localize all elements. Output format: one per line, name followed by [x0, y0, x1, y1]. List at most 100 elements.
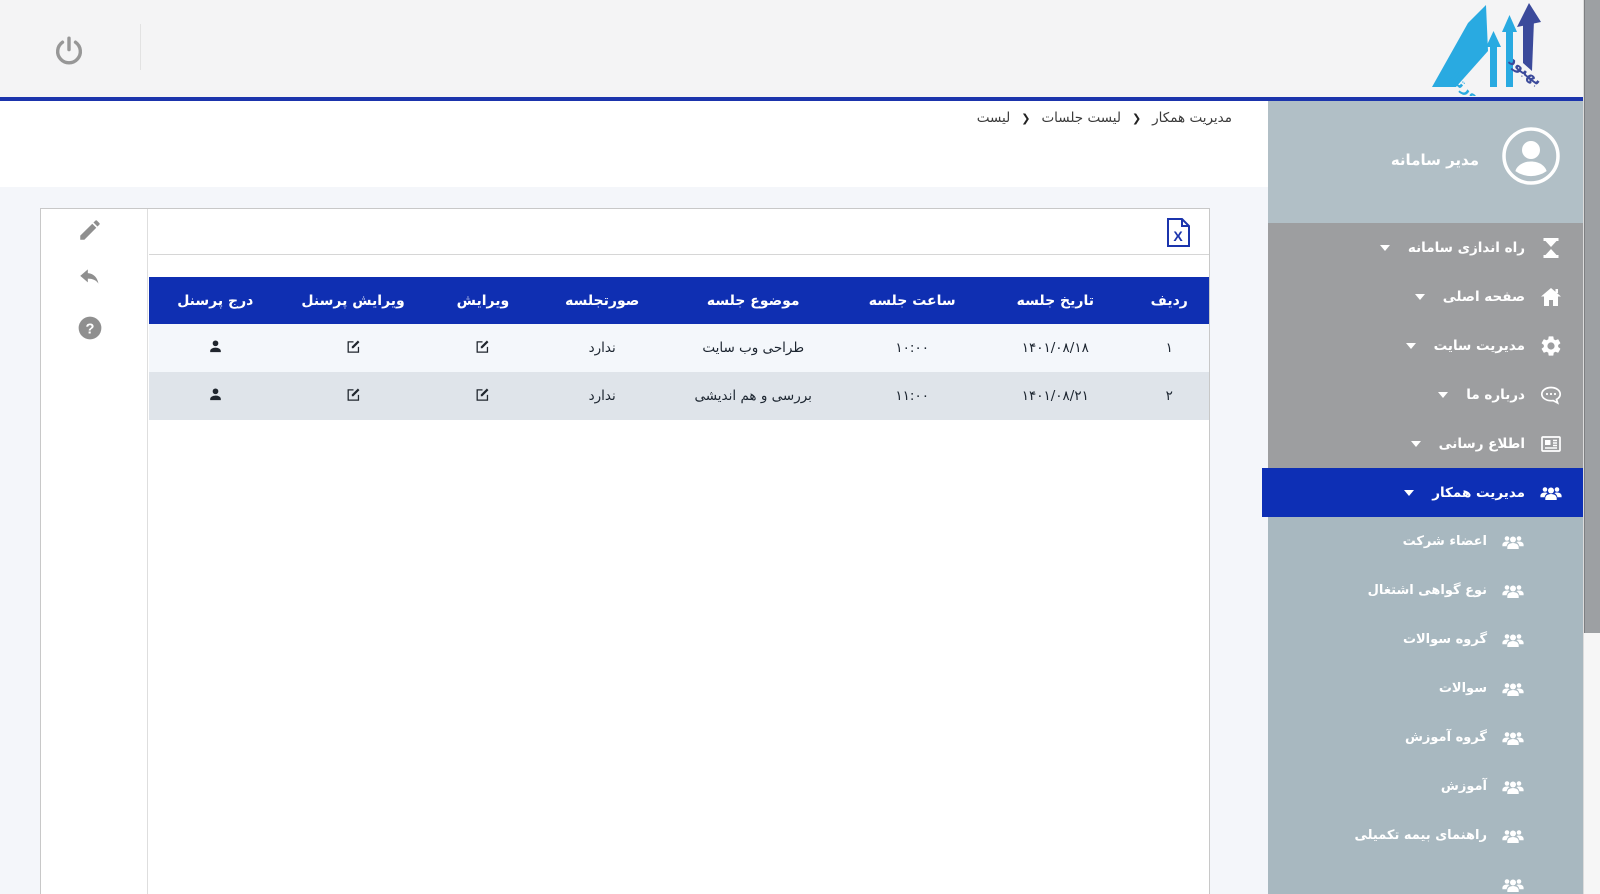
header-edit-personnel: ویرایش پرسنل [282, 277, 425, 324]
sidebar-subitem-training-groups[interactable]: گروه آموزش [1268, 713, 1583, 762]
hourglass-icon [1537, 234, 1565, 262]
cell-edit-personnel [282, 324, 425, 372]
cell-edit [425, 324, 542, 372]
person-icon [207, 338, 224, 355]
header-insert-personnel: درج پرسنل [149, 277, 282, 324]
sidebar-item-label: مدیریت سایت [1434, 338, 1525, 354]
sidebar-subitem-question-groups[interactable]: گروه سوالات [1268, 615, 1583, 664]
header-edit: ویرایش [425, 277, 542, 324]
edit-icon [345, 338, 362, 355]
chevron-down-icon [1404, 490, 1414, 496]
edit-icon [474, 386, 491, 403]
cell-edit-personnel [282, 372, 425, 420]
edit-meeting-button[interactable] [474, 386, 491, 403]
power-icon [52, 34, 86, 68]
pencil-icon [77, 217, 103, 243]
cell-row-number: ۱ [1130, 324, 1210, 372]
cell-row-number: ۲ [1130, 372, 1210, 420]
insert-personnel-button[interactable] [207, 338, 224, 355]
cell-minutes: ندارد [541, 372, 663, 420]
sidebar-subitem-employment-certificate-type[interactable]: نوع گواهی اشتغال [1268, 566, 1583, 615]
sidebar-item-about-us[interactable]: درباره ما [1268, 370, 1583, 419]
edit-icon [474, 338, 491, 355]
cell-meeting-date: ۱۴۰۱/۰۸/۲۱ [981, 372, 1129, 420]
insert-personnel-button[interactable] [207, 386, 224, 403]
chevron-down-icon [1406, 343, 1416, 349]
sidebar-subitem-company-members[interactable]: اعضاء شرکت [1268, 517, 1583, 566]
avatar-icon [1501, 126, 1561, 186]
active-item-extension [1262, 468, 1268, 517]
help-button[interactable]: ? [77, 314, 105, 342]
question-mark-icon: ? [77, 315, 103, 341]
sidebar-item-label: درباره ما [1466, 387, 1525, 403]
sidebar: مدیر سامانه راه اندازی سامانه صفحه اصلی [1268, 101, 1583, 894]
breadcrumb-separator-icon: ❮ [1021, 112, 1030, 125]
header-minutes: صورتجلسه [541, 277, 663, 324]
breadcrumb-item-3[interactable]: لیست [977, 110, 1011, 126]
users-icon [1537, 479, 1565, 507]
users-icon [1499, 577, 1527, 605]
sidebar-item-home[interactable]: صفحه اصلی [1268, 272, 1583, 321]
brand-logo: بهبود پورتال [1410, 1, 1545, 96]
sidebar-subitem-training[interactable]: آموزش [1268, 762, 1583, 811]
sidebar-item-colleague-management[interactable]: مدیریت همکار [1268, 468, 1583, 517]
svg-text:?: ? [86, 321, 95, 337]
top-bar: بهبود پورتال [0, 0, 1600, 97]
logout-power-button[interactable] [52, 33, 88, 69]
cell-edit [425, 372, 542, 420]
edit-meeting-button[interactable] [474, 338, 491, 355]
sidebar-subitem-label: گروه آموزش [1405, 730, 1487, 745]
chevron-down-icon [1380, 245, 1390, 251]
gear-icon [1537, 332, 1565, 360]
newspaper-icon [1537, 430, 1565, 458]
sidebar-subitem-label: آموزش [1441, 779, 1487, 794]
content-card: ? X [40, 208, 1210, 894]
users-icon [1499, 626, 1527, 654]
user-panel: مدیر سامانه [1268, 101, 1583, 223]
users-icon [1499, 724, 1527, 752]
sidebar-subitem-supplementary-insurance-guide[interactable]: راهنمای بیمه تکمیلی [1268, 811, 1583, 860]
users-icon [1499, 528, 1527, 556]
sidebar-item-label: صفحه اصلی [1443, 289, 1525, 305]
cell-meeting-time: ۱۱:۰۰ [843, 372, 981, 420]
users-icon [1499, 822, 1527, 850]
edit-personnel-button[interactable] [345, 338, 362, 355]
sidebar-subitem-8[interactable] [1268, 860, 1583, 894]
sidebar-item-system-setup[interactable]: راه اندازی سامانه [1268, 223, 1583, 272]
header-meeting-date: تاریخ جلسه [981, 277, 1129, 324]
cell-meeting-date: ۱۴۰۱/۰۸/۱۸ [981, 324, 1129, 372]
home-icon [1537, 283, 1565, 311]
sidebar-item-label: اطلاع رسانی [1439, 436, 1525, 452]
scrollbar-thumb[interactable] [1584, 0, 1600, 633]
chevron-down-icon [1415, 294, 1425, 300]
sidebar-item-site-management[interactable]: مدیریت سایت [1268, 321, 1583, 370]
back-button[interactable] [77, 264, 105, 292]
page-scrollbar [1583, 0, 1600, 894]
cell-insert-personnel [149, 324, 282, 372]
chevron-down-icon [1438, 392, 1448, 398]
svg-text:X: X [1173, 228, 1183, 244]
person-icon [207, 386, 224, 403]
cell-meeting-subject: بررسی و هم اندیشی [663, 372, 843, 420]
table-row: ۱ ۱۴۰۱/۰۸/۱۸ ۱۰:۰۰ طراحی وب سایت ندارد [149, 324, 1209, 372]
sidebar-subitem-label: سوالات [1439, 681, 1487, 696]
breadcrumb-item-1[interactable]: مدیریت همکار [1152, 110, 1232, 126]
breadcrumb-separator-icon: ❮ [1132, 112, 1141, 125]
sidebar-subitem-label: اعضاء شرکت [1403, 534, 1487, 549]
cell-meeting-time: ۱۰:۰۰ [843, 324, 981, 372]
export-excel-button[interactable]: X [1165, 217, 1192, 248]
breadcrumb-band: مدیریت همکار ❮ لیست جلسات ❮ لیست [0, 101, 1268, 187]
edit-mode-button[interactable] [77, 216, 105, 244]
cell-minutes: ندارد [541, 324, 663, 372]
chat-bubble-icon [1537, 381, 1565, 409]
breadcrumb-item-2[interactable]: لیست جلسات [1041, 110, 1120, 126]
header-row-number: ردیف [1130, 277, 1210, 324]
edit-personnel-button[interactable] [345, 386, 362, 403]
sidebar-subitem-questions[interactable]: سوالات [1268, 664, 1583, 713]
sidebar-item-announcements[interactable]: اطلاع رسانی [1268, 419, 1583, 468]
table-zone: X ردیف تاریخ جلسه ساعت جلسه موضوع جلسه [149, 209, 1209, 894]
table-spacer [149, 255, 1209, 277]
edit-icon [345, 386, 362, 403]
sidebar-subitem-label: نوع گواهی اشتغال [1368, 583, 1487, 598]
table-header-row: ردیف تاریخ جلسه ساعت جلسه موضوع جلسه صور… [149, 277, 1209, 324]
